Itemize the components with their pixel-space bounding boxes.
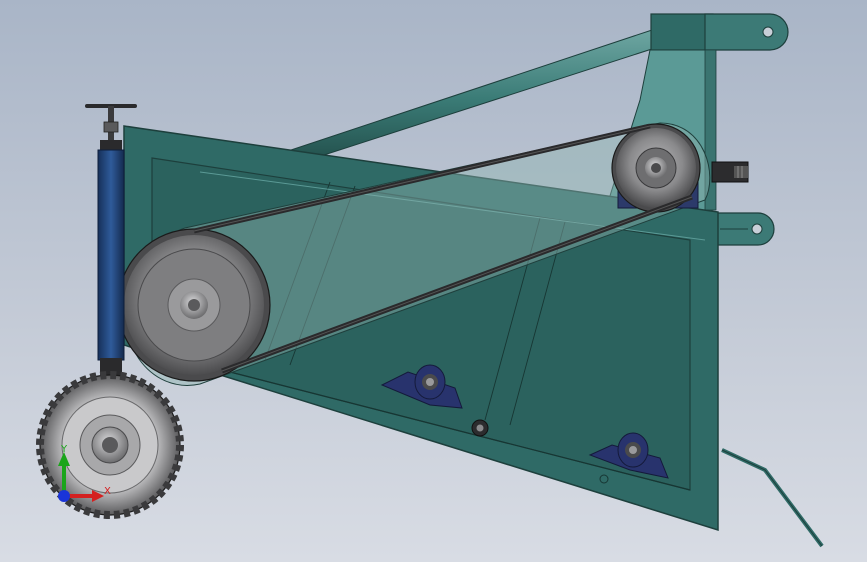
x-axis-label: X bbox=[104, 486, 111, 497]
upper-mount-bracket[interactable] bbox=[650, 13, 789, 51]
driven-pulley[interactable] bbox=[117, 228, 271, 382]
mount-hole bbox=[751, 223, 763, 235]
cad-viewport[interactable]: Y X bbox=[0, 0, 867, 562]
rear-brace-rod[interactable] bbox=[721, 448, 824, 548]
cad-model-canvas[interactable]: Y X bbox=[0, 0, 867, 562]
bolt-center bbox=[476, 424, 484, 432]
jack-cylinder[interactable] bbox=[97, 149, 125, 378]
y-axis-label: Y bbox=[60, 444, 68, 455]
shaft-end-fitting[interactable] bbox=[711, 161, 749, 183]
mount-hole bbox=[762, 26, 774, 38]
z-axis-indicator bbox=[58, 490, 70, 502]
